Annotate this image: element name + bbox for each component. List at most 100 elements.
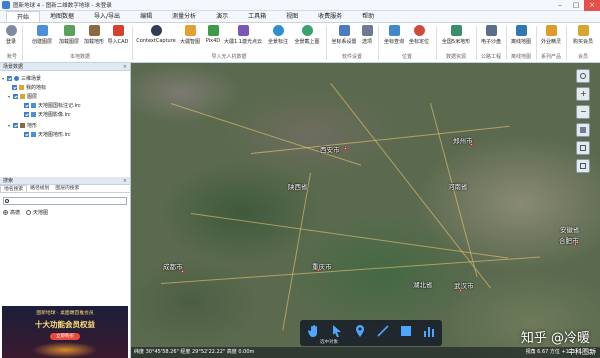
- create-layer-button[interactable]: 创建图层: [28, 25, 56, 51]
- contextcapture-button[interactable]: ContextCapture: [136, 25, 176, 51]
- tab-place-search[interactable]: 地名搜索: [0, 185, 28, 192]
- group-road-engineering: 公路工程: [480, 54, 501, 60]
- crosshair-icon: [388, 25, 400, 36]
- tree-node-layers[interactable]: ▾ 图层: [8, 92, 37, 100]
- collapse-icon[interactable]: ▾: [8, 94, 12, 99]
- app-logo-icon: [2, 1, 10, 9]
- menu-bar: 开始 地图数据 导入/导出 编辑 测量分析 演示 工具箱 视图 收费服务 帮助: [0, 11, 600, 23]
- tree-node-annotation-layer[interactable]: 天地图国标注记.lrc: [24, 101, 81, 109]
- membership-ad-banner[interactable]: 图新地球 · 桌面端首推会员 十大功能会员权益 立即购买: [2, 306, 128, 358]
- dji-lidar-button[interactable]: 大疆1.1激光点云: [222, 25, 264, 51]
- city-label-hefei: 合肥市: [559, 237, 579, 245]
- map-view[interactable]: 西安市 郑州市 成都市 重庆市 武汉市 合肥市 陕西省 河南省 安徽省 湖北省 …: [131, 63, 600, 358]
- fullscreen-icon: [580, 163, 586, 169]
- coordinate-system-icon: [338, 25, 350, 36]
- zoom-out-button[interactable]: −: [576, 105, 590, 119]
- sandbox-button[interactable]: 电子沙盘: [478, 25, 504, 51]
- checkbox[interactable]: [24, 131, 29, 137]
- select-arrow-icon[interactable]: [330, 324, 344, 338]
- checkbox[interactable]: [24, 102, 29, 108]
- load-terrain-button[interactable]: 加载地形: [82, 25, 106, 51]
- panorama-annotate-button[interactable]: 全景标注: [265, 25, 291, 51]
- group-membership: 会员: [577, 54, 588, 60]
- terrain-data-icon: [450, 25, 462, 36]
- checkbox[interactable]: [24, 111, 29, 117]
- group-products: 系列产品: [540, 54, 561, 60]
- radio-amap[interactable]: [3, 210, 8, 215]
- search-panel-header: 搜索 ×: [0, 177, 130, 185]
- road-line: [170, 103, 362, 166]
- menu-paid-service[interactable]: 收费服务: [308, 11, 352, 22]
- collapse-icon[interactable]: ▾: [2, 76, 6, 81]
- polygon-icon[interactable]: [399, 324, 413, 338]
- dji-terra-button[interactable]: 大疆智图: [178, 25, 202, 51]
- zoom-in-button[interactable]: +: [576, 87, 590, 101]
- menu-start[interactable]: 开始: [6, 11, 41, 22]
- radio-amap-label: 高德: [10, 210, 21, 216]
- ad-buy-button[interactable]: 立即购买: [50, 333, 80, 340]
- location-pin-icon: [413, 25, 425, 36]
- menu-import-export[interactable]: 导入/导出: [84, 11, 130, 22]
- close-button[interactable]: ×: [584, 0, 600, 11]
- tree-node-my-placemarks[interactable]: 我的地标: [12, 83, 46, 91]
- scene-panel-close-button[interactable]: ×: [123, 63, 127, 71]
- tab-route-planning[interactable]: 路径规划: [27, 185, 52, 192]
- menu-measure[interactable]: 测量分析: [162, 11, 206, 22]
- window-title: 图新地球 4 - 图新二维数字地球 - 未登录: [13, 3, 112, 9]
- checkbox[interactable]: [13, 122, 18, 128]
- options-button[interactable]: 选项: [360, 25, 374, 51]
- city-label-xian: 西安市: [320, 146, 340, 154]
- search-panel-close-button[interactable]: ×: [123, 177, 127, 185]
- buy-membership-button[interactable]: 购买会员: [570, 25, 596, 51]
- coordinate-query-button[interactable]: 坐标查询: [382, 25, 406, 51]
- menu-view[interactable]: 视图: [276, 11, 308, 22]
- tilt-icon: [580, 127, 586, 133]
- maximize-button[interactable]: □: [568, 0, 584, 11]
- import-cad-button[interactable]: 导入CAD: [106, 25, 130, 51]
- coordinate-locate-button[interactable]: 坐标定位: [406, 25, 432, 51]
- checkbox[interactable]: [7, 75, 12, 81]
- offline-map-icon: [515, 25, 527, 36]
- tab-layer-search[interactable]: 图层内搜索: [52, 185, 82, 192]
- city-marker[interactable]: [344, 147, 347, 150]
- offline-map-button[interactable]: 离线地图: [508, 25, 534, 51]
- city-label-chengdu: 成都市: [163, 263, 183, 271]
- national-terrain-button[interactable]: 全国5米地形: [439, 25, 473, 51]
- panorama-upload-button[interactable]: 全景截上图: [291, 25, 323, 51]
- tree-node-terrain-layer[interactable]: 天地图地形.lrc: [24, 130, 71, 138]
- menu-help[interactable]: 帮助: [352, 11, 384, 22]
- checkbox[interactable]: [12, 84, 17, 90]
- road-line: [282, 172, 311, 331]
- compass-button[interactable]: [576, 69, 590, 83]
- load-layer-button[interactable]: 加载图层: [56, 25, 82, 51]
- coordinate-system-button[interactable]: 坐标系设置: [328, 25, 360, 51]
- radio-tianditu[interactable]: [26, 210, 32, 215]
- reset-view-button[interactable]: [576, 141, 590, 155]
- measure-chart-icon[interactable]: [422, 324, 436, 338]
- sandbox-icon: [485, 25, 497, 36]
- minimize-button[interactable]: –: [552, 0, 568, 11]
- pix4d-button[interactable]: Pix4D: [204, 25, 222, 51]
- menu-edit[interactable]: 编辑: [130, 11, 162, 22]
- search-input[interactable]: [3, 197, 127, 205]
- dji-terra-icon: [184, 25, 196, 36]
- collapse-icon[interactable]: ▾: [8, 123, 12, 128]
- menu-present[interactable]: 演示: [206, 11, 238, 22]
- panorama-icon: [272, 25, 284, 36]
- menu-map-data[interactable]: 地图数据: [40, 11, 84, 22]
- hand-icon[interactable]: [307, 324, 321, 338]
- field-genius-button[interactable]: 外业精灵: [538, 25, 564, 51]
- tilt-button[interactable]: [576, 123, 590, 137]
- fullscreen-button[interactable]: [576, 159, 590, 173]
- layer-add-icon: [36, 25, 48, 36]
- menu-toolbox[interactable]: 工具箱: [238, 11, 276, 22]
- polyline-icon[interactable]: [376, 324, 390, 338]
- tree-node-imagery-layer[interactable]: 天地图影像.lrc: [24, 110, 71, 118]
- tree-node-terrain[interactable]: ▾ 地形: [8, 121, 37, 129]
- placemark-icon[interactable]: [353, 324, 367, 338]
- tree-node-3d-scene[interactable]: ▾ 三维场景: [2, 74, 41, 82]
- pix4d-icon: [207, 25, 219, 36]
- checkbox[interactable]: [13, 93, 18, 99]
- login-button[interactable]: 登录: [2, 25, 20, 51]
- coordinate-readout: 纬度 30°45'58.26" 经度 29°52'22.22" 高度 0.00m: [134, 349, 255, 355]
